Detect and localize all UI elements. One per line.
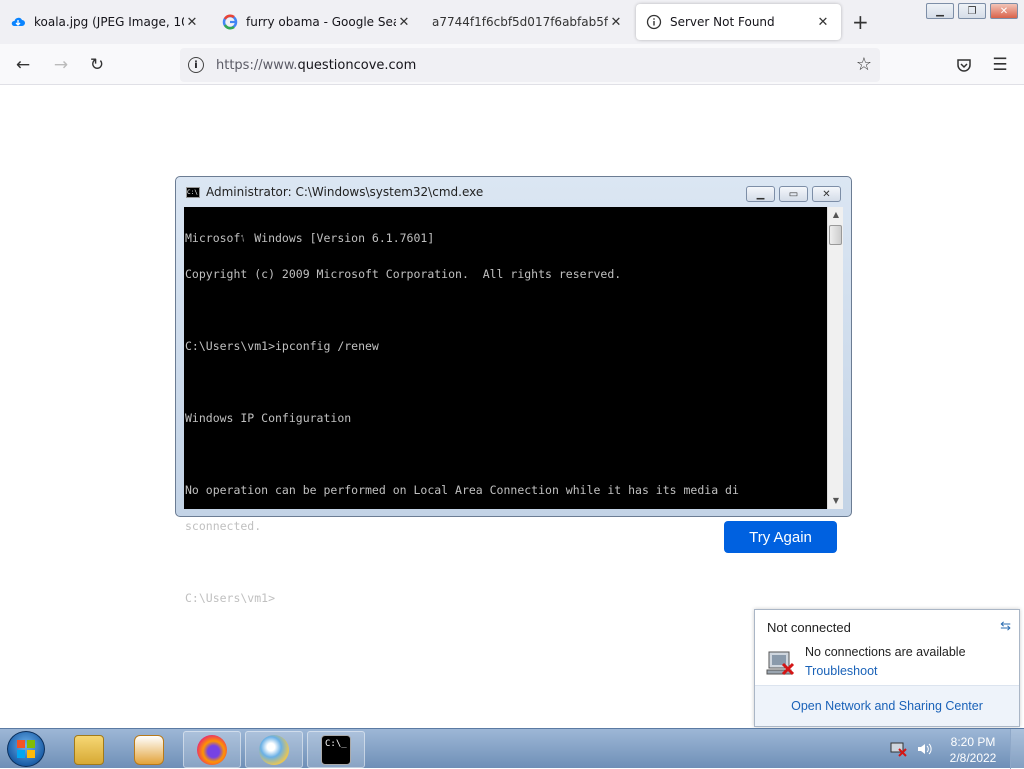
cmd-titlebar: C:\ Administrator: C:\Windows\system32\c… (186, 185, 483, 199)
console-line: Windows IP Configuration (185, 411, 352, 425)
close-tab-icon[interactable]: ✕ (815, 15, 831, 30)
tab-google-search[interactable]: furry obama - Google Search ✕ (212, 4, 422, 40)
console-output[interactable]: Microsoft Windows [Version 6.1.7601] Cop… (184, 207, 827, 604)
close-tab-icon[interactable]: ✕ (396, 15, 412, 30)
minimize-icon[interactable]: ▁ (926, 3, 954, 19)
network-sharing-center-link[interactable]: Open Network and Sharing Center (791, 699, 983, 713)
paint-icon (259, 734, 289, 765)
cmd-window-icon: C:\ (186, 186, 200, 198)
tab-title: Server Not Found (670, 15, 775, 29)
forward-icon[interactable]: → (48, 52, 74, 78)
popup-footer: Open Network and Sharing Center (755, 685, 1019, 726)
tab-bar: koala.jpg (JPEG Image, 1024 ✕ furry obam… (0, 0, 1024, 44)
taskbar-firefox[interactable] (183, 731, 241, 768)
tab-title: a7744f1f6cbf5d017f6abfab5fe6af3 (432, 15, 608, 29)
cmd-maximize-icon[interactable]: ▭ (779, 186, 808, 202)
scroll-thumb[interactable] (829, 225, 842, 245)
scroll-up-icon[interactable]: ▲ (828, 207, 844, 223)
popup-message: No connections are available (805, 645, 966, 659)
pocket-icon[interactable] (951, 52, 977, 78)
close-tab-icon[interactable]: ✕ (184, 15, 200, 30)
start-button[interactable] (7, 731, 45, 767)
cloud-icon (10, 14, 26, 30)
site-info-icon[interactable]: i (188, 57, 204, 73)
media-player-icon (134, 734, 164, 765)
url-prefix: https://www. (216, 57, 298, 73)
bookmark-star-icon[interactable]: ☆ (856, 54, 872, 75)
tab-title: koala.jpg (JPEG Image, 1024 (34, 15, 184, 29)
menu-icon[interactable]: ☰ (987, 52, 1013, 78)
close-window-icon[interactable]: ✕ (990, 3, 1018, 19)
close-tab-icon[interactable]: ✕ (608, 15, 624, 30)
restore-icon[interactable]: ❐ (958, 3, 986, 19)
taskbar-clock[interactable]: 8:20 PM 2/8/2022 (940, 734, 1006, 766)
network-disconnected-icon (765, 646, 797, 678)
clock-date: 2/8/2022 (949, 751, 997, 765)
taskbar-explorer[interactable] (60, 731, 118, 768)
taskbar-paint[interactable] (245, 731, 303, 768)
taskbar: C:\_ 8:20 PM 2/8/2022 (0, 728, 1024, 769)
cmd-window[interactable]: C:\ Administrator: C:\Windows\system32\c… (175, 176, 852, 604)
console-line: Copyright (c) 2009 Microsoft Corporation… (185, 267, 622, 281)
cmd-scrollbar[interactable]: ▲ ▼ (827, 207, 843, 509)
tab-title: furry obama - Google Search (246, 15, 396, 29)
url-domain: questioncove.com (297, 57, 417, 73)
tab-koala[interactable]: koala.jpg (JPEG Image, 1024 ✕ (0, 4, 210, 40)
tab-hash-page[interactable]: a7744f1f6cbf5d017f6abfab5fe6af3 ✕ (424, 4, 634, 40)
tab-server-not-found[interactable]: Server Not Found ✕ (636, 4, 841, 40)
cmd-minimize-icon[interactable]: ▁ (746, 186, 775, 202)
taskbar-media-player[interactable] (120, 731, 178, 768)
network-popup: Not connected ⇆ No connections are avail… (754, 609, 1020, 727)
back-icon[interactable]: ← (10, 52, 36, 78)
network-tray-icon[interactable] (890, 741, 908, 760)
cmd-icon: C:\_ (321, 734, 351, 765)
cmd-close-icon[interactable]: ✕ (812, 186, 841, 202)
console-line: C:\Users\vm1>ipconfig /renew (185, 339, 379, 353)
info-icon (646, 14, 662, 30)
popup-heading: Not connected (767, 620, 851, 635)
url-bar[interactable]: i https://www.questioncove.com ☆ (180, 48, 880, 82)
refresh-icon[interactable]: ⇆ (1000, 618, 1011, 634)
system-tray (890, 741, 932, 760)
google-icon (222, 14, 238, 30)
cmd-window-title: Administrator: C:\Windows\system32\cmd.e… (206, 185, 484, 199)
explorer-icon (74, 734, 104, 765)
console-line: No operation can be performed on Local A… (185, 483, 739, 497)
reload-icon[interactable]: ↻ (84, 52, 110, 78)
console-line: Microsoft Windows [Version 6.1.7601] (185, 231, 435, 245)
try-again-button[interactable]: Try Again (724, 521, 837, 553)
url-text[interactable]: https://www.questioncove.com (216, 58, 416, 73)
new-tab-icon[interactable]: + (852, 10, 869, 34)
console-line: C:\Users\vm1> (185, 591, 276, 605)
firefox-icon (197, 734, 227, 765)
clock-time: 8:20 PM (950, 735, 996, 749)
show-desktop-button[interactable] (1010, 729, 1024, 769)
volume-icon[interactable] (916, 741, 932, 760)
scroll-down-icon[interactable]: ▼ (828, 493, 844, 509)
nav-bar: ← → ↻ i https://www.questioncove.com ☆ ☰ (0, 44, 1024, 85)
troubleshoot-link[interactable]: Troubleshoot (805, 664, 878, 678)
taskbar-cmd[interactable]: C:\_ (307, 731, 365, 768)
